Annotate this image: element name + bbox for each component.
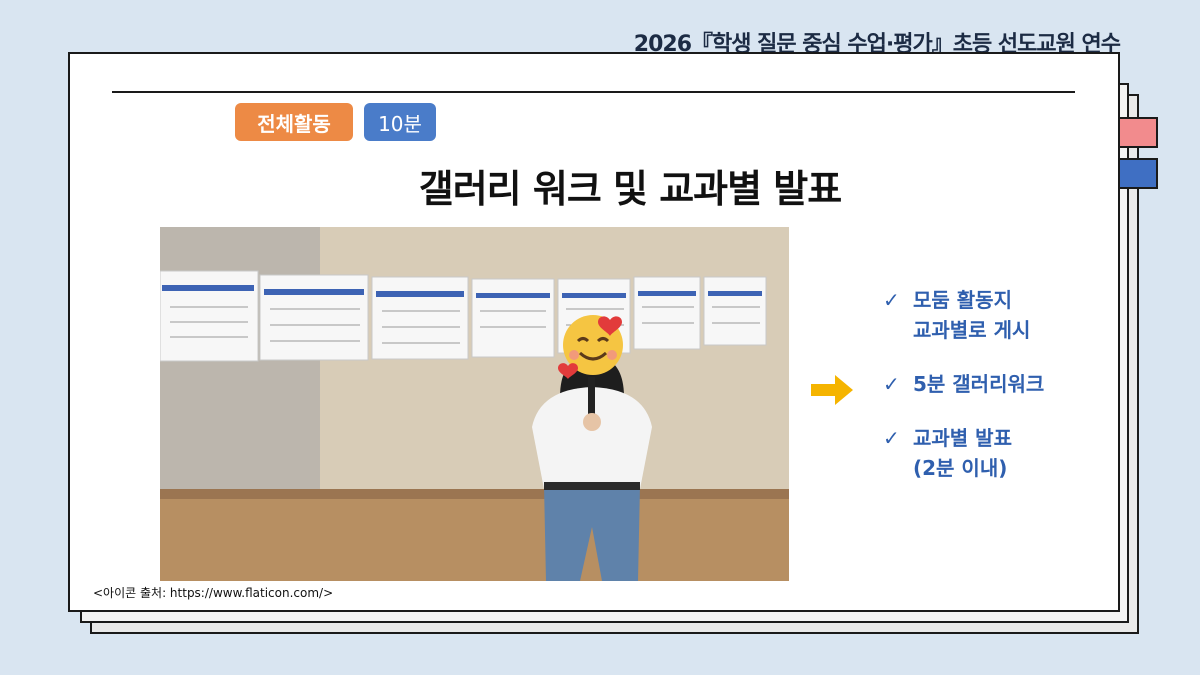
checkmark-icon: ✓ [883,288,900,312]
photo-illustration [160,227,789,581]
slide-title: 갤러리 워크 및 교과별 발표 [418,167,842,211]
time-badge: 10분 [364,103,436,141]
checklist-item: ✓ 모둠 활동지 교과별로 게시 [883,285,1044,345]
activity-photo [160,227,789,581]
checklist-item-line: (2분 이내) [913,456,1008,480]
icon-credit-footnote: <아이콘 출처: https://www.flaticon.com/> [93,586,334,600]
checklist-item-line: 교과별 발표 [913,426,1012,450]
checklist-item-line: 교과별로 게시 [913,318,1031,342]
decorative-tab-pink [1118,117,1158,148]
checklist-item: ✓ 교과별 발표 (2분 이내) [883,423,1044,483]
checklist-item-line: 모둠 활동지 [913,288,1012,312]
checklist: ✓ 모둠 활동지 교과별로 게시 ✓ 5분 갤러리워크 ✓ 교과별 발표 (2분… [883,285,1044,507]
activity-badge: 전체활동 [235,103,353,141]
title-rule [112,91,1075,93]
checkmark-icon: ✓ [883,426,900,450]
checklist-item-line: 5분 갤러리워크 [913,372,1045,396]
checklist-item: ✓ 5분 갤러리워크 [883,369,1044,399]
checkmark-icon: ✓ [883,372,900,396]
right-arrow-icon [811,375,853,405]
